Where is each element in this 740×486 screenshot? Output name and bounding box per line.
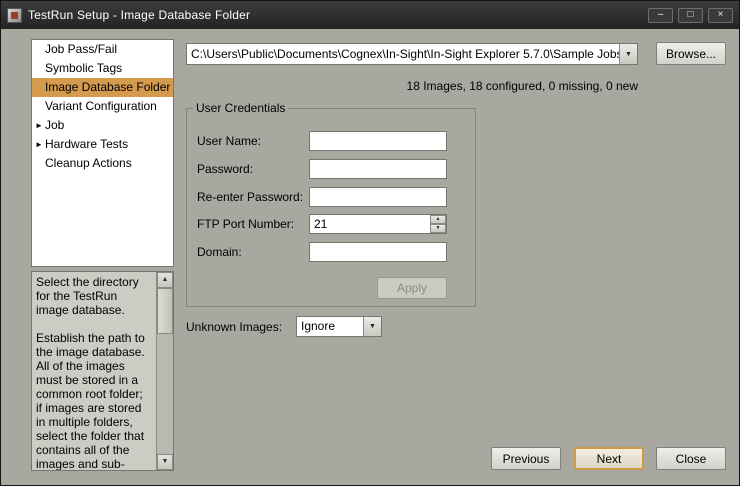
previous-button[interactable]: Previous xyxy=(491,447,561,470)
scroll-down-icon[interactable]: ▼ xyxy=(157,454,173,470)
ftp-port-label: FTP Port Number: xyxy=(197,214,294,234)
image-count-status: 18 Images, 18 configured, 0 missing, 0 n… xyxy=(186,79,638,93)
expand-arrow-icon[interactable]: ► xyxy=(35,116,44,135)
window-title: TestRun Setup - Image Database Folder xyxy=(28,8,250,22)
user-credentials-title: User Credentials xyxy=(193,101,288,115)
close-icon[interactable]: × xyxy=(708,8,733,23)
description-text: Select the directory for the TestRun ima… xyxy=(32,272,156,470)
ftp-port-stepper: ▲ ▼ xyxy=(309,214,447,234)
unknown-images-value: Ignore xyxy=(297,317,363,336)
sidebar-item-label: Symbolic Tags xyxy=(45,61,122,75)
scroll-up-icon[interactable]: ▲ xyxy=(157,272,173,288)
user-name-label: User Name: xyxy=(197,131,261,151)
user-name-field[interactable] xyxy=(309,131,447,151)
sidebar-item-symbolic-tags[interactable]: Symbolic Tags xyxy=(32,59,173,78)
user-credentials-group: User Credentials User Name: Password: Re… xyxy=(186,101,476,307)
sidebar-item-label: Hardware Tests xyxy=(45,137,128,151)
reenter-password-label: Re-enter Password: xyxy=(197,187,303,207)
sidebar-item-label: Cleanup Actions xyxy=(45,156,132,170)
domain-field[interactable] xyxy=(309,242,447,262)
sidebar-item-label: Job Pass/Fail xyxy=(45,42,117,56)
image-database-path-value[interactable]: C:\Users\Public\Documents\Cognex\In-Sigh… xyxy=(187,44,619,64)
spin-down-icon[interactable]: ▼ xyxy=(430,224,446,233)
main-panel: C:\Users\Public\Documents\Cognex\In-Sigh… xyxy=(186,29,726,486)
sidebar-item-job-pass-fail[interactable]: Job Pass/Fail xyxy=(32,40,173,59)
domain-label: Domain: xyxy=(197,242,242,262)
browse-button[interactable]: Browse... xyxy=(656,42,726,65)
password-label: Password: xyxy=(197,159,253,179)
scrollbar-thumb[interactable] xyxy=(157,288,173,334)
sidebar-item-image-database-folder[interactable]: Image Database Folder xyxy=(32,78,173,97)
password-field[interactable] xyxy=(309,159,447,179)
combo-dropdown-icon[interactable]: ▼ xyxy=(619,44,637,64)
dropdown-arrow-icon[interactable]: ▼ xyxy=(363,317,381,336)
minimize-icon[interactable]: – xyxy=(648,8,673,23)
window-controls: – □ × xyxy=(648,8,733,23)
ftp-port-field[interactable] xyxy=(309,214,447,234)
testrun-setup-dialog: TestRun Setup - Image Database Folder – … xyxy=(0,0,740,486)
dialog-body: Job Pass/Fail Symbolic Tags Image Databa… xyxy=(1,29,739,486)
description-scrollbar[interactable]: ▲ ▼ xyxy=(156,272,173,470)
app-icon xyxy=(7,8,22,23)
setup-nav-list: Job Pass/Fail Symbolic Tags Image Databa… xyxy=(31,39,174,267)
unknown-images-label: Unknown Images: xyxy=(186,317,282,338)
unknown-images-dropdown[interactable]: Ignore ▼ xyxy=(296,316,382,337)
close-button[interactable]: Close xyxy=(656,447,726,470)
sidebar-item-label: Variant Configuration xyxy=(45,99,157,113)
sidebar-item-variant-configuration[interactable]: Variant Configuration xyxy=(32,97,173,116)
reenter-password-field[interactable] xyxy=(309,187,447,207)
sidebar-item-label: Image Database Folder xyxy=(45,80,170,94)
ftp-port-spin-buttons: ▲ ▼ xyxy=(430,215,446,233)
next-button[interactable]: Next xyxy=(574,447,644,470)
description-panel: Select the directory for the TestRun ima… xyxy=(31,271,174,471)
maximize-icon[interactable]: □ xyxy=(678,8,703,23)
sidebar-item-label: Job xyxy=(45,118,64,132)
image-database-path-combo[interactable]: C:\Users\Public\Documents\Cognex\In-Sigh… xyxy=(186,43,638,65)
sidebar-item-cleanup-actions[interactable]: Cleanup Actions xyxy=(32,154,173,173)
sidebar-item-hardware-tests[interactable]: ► Hardware Tests xyxy=(32,135,173,154)
spin-up-icon[interactable]: ▲ xyxy=(430,215,446,224)
expand-arrow-icon[interactable]: ► xyxy=(35,135,44,154)
title-bar[interactable]: TestRun Setup - Image Database Folder – … xyxy=(1,1,739,29)
apply-button[interactable]: Apply xyxy=(377,277,447,299)
sidebar-item-job[interactable]: ► Job xyxy=(32,116,173,135)
